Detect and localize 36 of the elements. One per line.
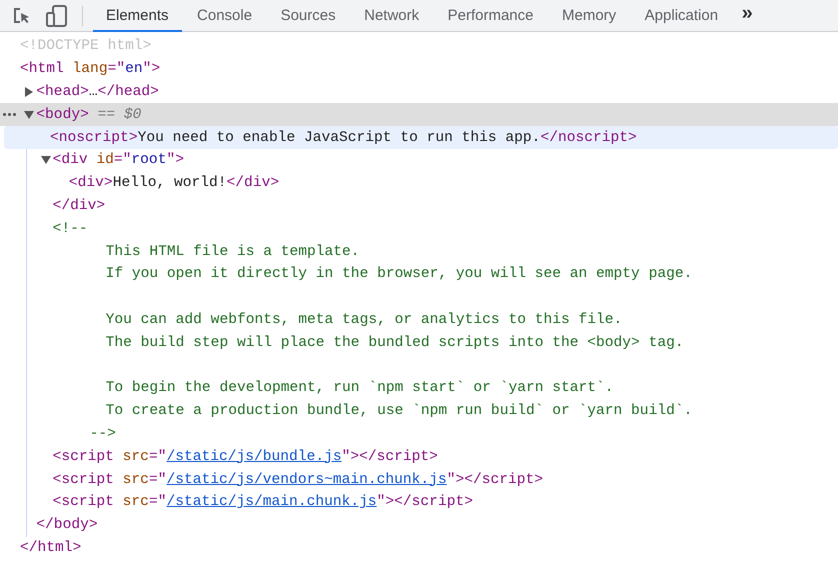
resource-link[interactable]: /static/js/main.chunk.js [166,494,377,510]
node-markup[interactable]: <body> == $0 [36,106,142,124]
device-icon[interactable] [46,4,68,26]
more-icon[interactable] [3,113,16,116]
collapse-arrow-icon[interactable] [40,156,51,164]
comment-text: To begin the development, run `npm start` or `yarn start`. [106,379,614,398]
node-markup[interactable]: <div id="root"> [52,151,184,170]
node-markup[interactable]: </body> [36,516,98,534]
node-markup[interactable]: </div> [52,196,106,215]
comment-text: --> [90,424,116,443]
panel-tab[interactable]: Performance [434,0,546,32]
panel-tab[interactable]: Network [351,0,432,32]
node-markup[interactable]: </html> [20,538,82,557]
comment-text: This HTML file is a template. [106,242,360,261]
panel-tab[interactable]: Application [632,0,732,32]
panel-tab[interactable]: Elements [93,0,182,32]
selected-row[interactable]: <body> == $0 [0,103,838,126]
node-markup[interactable]: <script src="/static/js/bundle.js"></script> [52,448,438,466]
panel-tab[interactable]: Console [184,0,266,32]
more-tabs-button[interactable]: » [734,0,761,32]
node-markup[interactable]: <script src="/static/js/main.chunk.js"></script> [52,493,473,512]
node-markup[interactable]: <html lang="en"> [20,60,160,78]
resource-link[interactable]: /static/js/vendors~main.chunk.js [166,472,447,488]
comment-text: If you open it directly in the browser, you will see an empty page. [106,265,692,284]
node-markup[interactable]: <script src="/static/js/vendors~main.chunk.js"></script> [52,470,544,489]
comment-text: To create a production bundle, use `npm run build` or `yarn build`. [106,402,692,420]
node-markup[interactable]: <noscript>You need to enable JavaScript to run this app.</noscript> [50,128,637,147]
comment-text: You can add webfonts, meta tags, or analytics to this file. [106,310,622,329]
comment-text: The build step will place the bundled scripts into the <body> tag. [106,334,684,352]
panel-tab[interactable]: Sources [268,0,349,32]
node-markup[interactable]: <div>Hello, world!</div> [68,174,280,192]
hovered-row[interactable]: <noscript>You need to enable JavaScript to run this app.</noscript> [4,126,838,149]
panel-tab[interactable]: Memory [549,0,630,32]
node-markup[interactable]: <head>…</head> [36,82,159,101]
resource-link[interactable]: /static/js/bundle.js [166,448,342,465]
comment-text: <!-- [52,220,88,238]
